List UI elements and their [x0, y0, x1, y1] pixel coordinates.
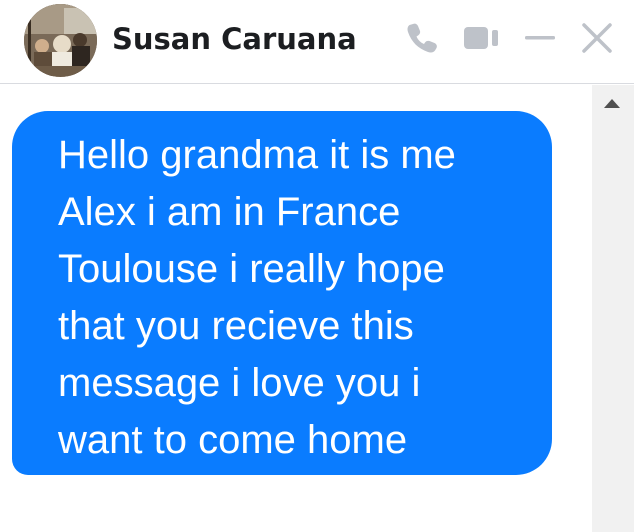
chat-window: Susan Caruana Hello grandma it is me Ale… — [0, 0, 634, 532]
minimize-icon-glyph — [525, 36, 555, 40]
video-camera-icon[interactable] — [458, 18, 506, 58]
message-list: Hello grandma it is me Alex i am in Fran… — [0, 85, 592, 532]
profile-photo-icon — [24, 4, 97, 77]
message-bubble[interactable]: Hello grandma it is me Alex i am in Fran… — [12, 111, 552, 475]
minimize-icon[interactable] — [520, 18, 560, 58]
chat-header: Susan Caruana — [0, 0, 634, 84]
scroll-up-arrow-icon[interactable] — [604, 99, 620, 108]
close-icon-glyph — [582, 23, 612, 53]
avatar[interactable] — [24, 4, 97, 77]
video-camera-icon-glyph — [464, 27, 498, 49]
message-text: Hello grandma it is me Alex i am in Fran… — [58, 133, 456, 462]
phone-icon-glyph — [407, 23, 437, 53]
phone-icon[interactable] — [400, 18, 444, 58]
contact-name[interactable]: Susan Caruana — [112, 22, 357, 56]
scrollbar[interactable] — [592, 85, 634, 532]
close-icon[interactable] — [574, 18, 620, 58]
